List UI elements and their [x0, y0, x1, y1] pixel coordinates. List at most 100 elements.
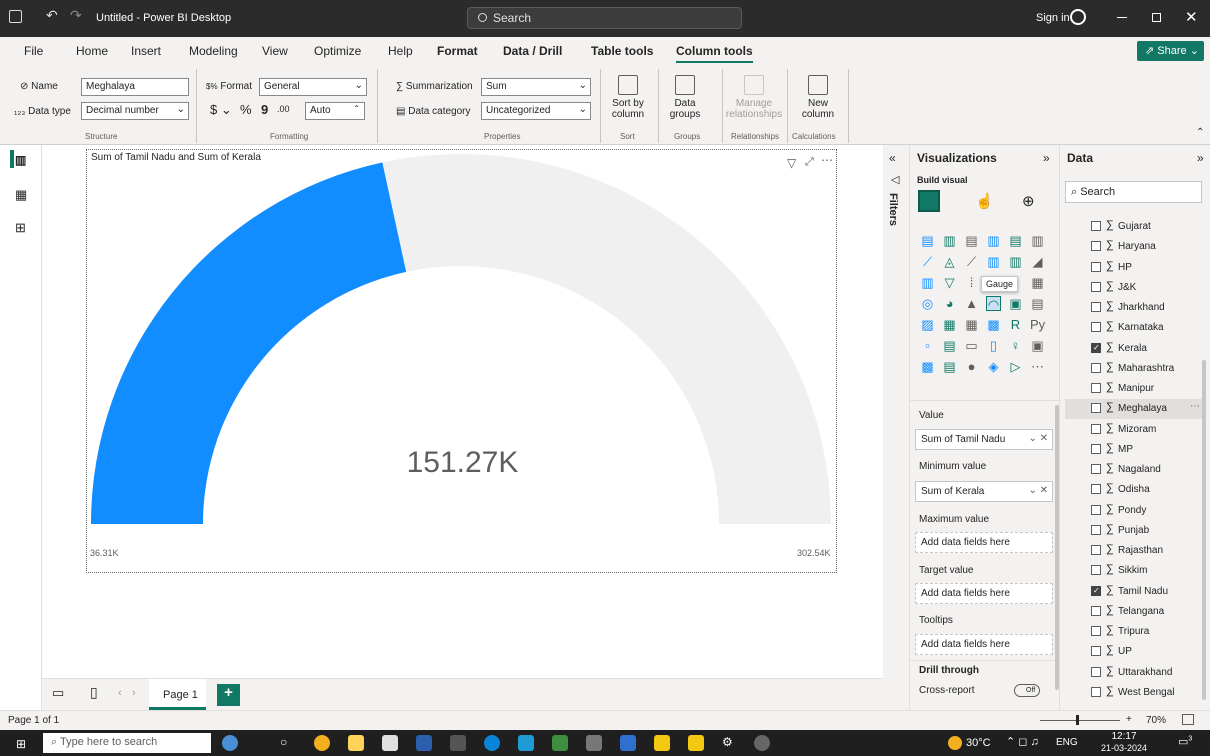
visual-type-icon[interactable]: R — [1008, 317, 1023, 332]
tab-format[interactable]: Format — [437, 44, 478, 58]
tab-data-drill[interactable]: Data / Drill — [503, 44, 562, 58]
page-tab[interactable]: Page 1 — [149, 679, 206, 710]
tab-table-tools[interactable]: Table tools — [591, 44, 653, 58]
visual-type-icon[interactable]: ▤ — [920, 233, 935, 248]
notification-icon[interactable]: ▭3 — [1178, 735, 1192, 748]
visual-type-icon[interactable]: ▽ — [942, 275, 957, 290]
field-item[interactable]: ∑ Tripura — [1091, 622, 1205, 642]
field-checkbox[interactable] — [1091, 686, 1101, 697]
tab-help[interactable]: Help — [388, 44, 413, 58]
prev-page-icon[interactable]: ‹ — [118, 687, 122, 699]
decimal-button[interactable]: .00 — [277, 104, 290, 114]
visual-type-icon[interactable]: ▤ — [942, 338, 957, 353]
table-view-icon[interactable]: ▦ — [15, 187, 27, 203]
field-checkbox[interactable] — [1091, 383, 1101, 393]
visual-type-icon[interactable]: ▦ — [942, 317, 957, 332]
restore-icon[interactable] — [1152, 13, 1161, 22]
zoom-slider[interactable] — [1040, 720, 1120, 721]
value-well-field[interactable]: Sum of Tamil Nadu ⌄ ✕ — [915, 429, 1053, 450]
field-checkbox[interactable] — [1091, 261, 1101, 272]
task-view-icon[interactable]: ○ — [280, 735, 287, 749]
title-search-box[interactable]: Search — [467, 7, 742, 29]
sort-by-column-button[interactable]: Sort by column — [605, 75, 651, 120]
field-checkbox[interactable] — [1091, 221, 1101, 231]
app-icon[interactable] — [518, 735, 534, 751]
settings-icon[interactable]: ⚙ — [722, 735, 733, 749]
save-icon[interactable] — [9, 10, 22, 23]
decimal-places-input[interactable]: Auto ⌃ — [305, 102, 365, 120]
visual-type-icon[interactable]: Py — [1030, 317, 1045, 332]
field-item[interactable]: ∑ Rajasthan — [1091, 541, 1205, 561]
field-item[interactable]: ∑ Odisha — [1091, 480, 1205, 500]
app-icon[interactable] — [586, 735, 602, 751]
visual-type-icon[interactable]: ▣ — [1008, 296, 1023, 311]
visual-type-icon[interactable]: ▩ — [920, 359, 935, 374]
next-page-icon[interactable]: › — [132, 687, 136, 699]
field-item[interactable]: ∑ Haryana — [1091, 237, 1205, 257]
add-page-button[interactable]: + — [217, 684, 240, 706]
field-item[interactable]: ∑ Manipur — [1091, 379, 1205, 399]
visual-type-icon[interactable]: ⋯ — [1030, 359, 1045, 374]
field-checkbox[interactable] — [1091, 241, 1101, 252]
field-item[interactable]: ∑ Telangana — [1091, 602, 1205, 622]
sign-in-link[interactable]: Sign in — [1036, 12, 1070, 24]
field-item[interactable]: ∑ Mizoram — [1091, 420, 1205, 440]
viz-pane-scrollbar[interactable] — [1055, 405, 1059, 690]
tray-icons[interactable]: ⌃ ◻ ♫ — [1006, 735, 1039, 748]
name-input[interactable]: Meghalaya — [81, 78, 189, 96]
field-checkbox[interactable] — [1091, 545, 1101, 555]
collapse-data-icon[interactable]: » — [1197, 151, 1204, 165]
app-icon[interactable] — [552, 735, 568, 751]
data-search-input[interactable]: ⌕ Search — [1065, 181, 1202, 203]
taskbar-search-box[interactable]: ⌕ Type here to search — [43, 733, 211, 753]
field-item[interactable]: ∑ Gujarat — [1091, 217, 1205, 237]
visual-type-icon[interactable]: ▯ — [986, 338, 1001, 353]
datacategory-select[interactable]: Uncategorized ⌄ — [481, 102, 591, 120]
visual-type-icon[interactable]: ◬ — [942, 254, 957, 269]
remove-field-icon[interactable]: ⌄ ✕ — [1028, 433, 1048, 444]
field-checkbox[interactable] — [1091, 524, 1101, 535]
edge-icon[interactable] — [484, 735, 500, 751]
visual-type-icon[interactable]: ◎ — [920, 296, 935, 311]
new-column-button[interactable]: New column — [795, 75, 841, 120]
visual-type-icon[interactable]: ▤ — [942, 359, 957, 374]
visual-type-icon[interactable]: ⁞ — [964, 275, 979, 290]
visual-type-icon[interactable]: ▥ — [986, 254, 1001, 269]
field-checkbox[interactable] — [1091, 666, 1101, 677]
app-icon[interactable] — [754, 735, 770, 751]
field-item[interactable]: ∑ MP — [1091, 440, 1205, 460]
field-item[interactable]: ∑ Tamil Nadu — [1091, 582, 1205, 602]
visual-type-icon[interactable]: ◕ — [942, 296, 957, 311]
power-bi-icon[interactable] — [688, 735, 704, 751]
datatype-select[interactable]: Decimal number ⌄ — [81, 102, 189, 120]
field-item[interactable]: ∑ UP — [1091, 642, 1205, 662]
target-well-dropzone[interactable]: Add data fields here — [915, 583, 1053, 604]
visual-type-icon[interactable]: ⟋ — [920, 254, 935, 269]
visual-type-icon[interactable]: ▦ — [1030, 275, 1045, 290]
word-icon[interactable] — [416, 735, 432, 751]
currency-button[interactable]: $ ⌄ — [210, 102, 232, 118]
field-item[interactable]: ∑ Maharashtra — [1091, 359, 1205, 379]
min-well-field[interactable]: Sum of Kerala ⌄ ✕ — [915, 481, 1053, 502]
close-icon[interactable]: ✕ — [1185, 8, 1198, 26]
collapse-ribbon-icon[interactable]: ⌃ — [1196, 127, 1204, 138]
visual-type-icon[interactable]: ♀ — [1008, 338, 1023, 353]
visual-type-icon[interactable]: ◈ — [986, 359, 1001, 374]
visual-type-icon[interactable]: ▫ — [920, 338, 935, 353]
data-groups-button[interactable]: Data groups — [662, 75, 708, 120]
visual-type-icon[interactable]: ▩ — [986, 317, 1001, 332]
share-button[interactable]: ⇗ Share ⌄ — [1137, 41, 1204, 61]
format-select[interactable]: General ⌄ — [259, 78, 367, 96]
field-checkbox[interactable] — [1091, 322, 1101, 333]
field-item[interactable]: ∑ HP — [1091, 258, 1205, 278]
field-checkbox[interactable] — [1091, 565, 1101, 576]
visual-type-icon[interactable]: ▥ — [1030, 233, 1045, 248]
gauge-visual[interactable]: Sum of Tamil Nadu and Sum of Kerala ▽ ⤢ … — [86, 149, 837, 573]
field-item[interactable]: ∑ Pondy — [1091, 501, 1205, 521]
tooltips-well-dropzone[interactable]: Add data fields here — [915, 634, 1053, 655]
app-icon[interactable] — [654, 735, 670, 751]
undo-icon[interactable]: ↶ — [46, 7, 58, 24]
clock-time[interactable]: 12:17 — [1094, 731, 1154, 742]
minimize-icon[interactable] — [1117, 17, 1127, 18]
collapse-viz-icon[interactable]: » — [1043, 151, 1050, 165]
